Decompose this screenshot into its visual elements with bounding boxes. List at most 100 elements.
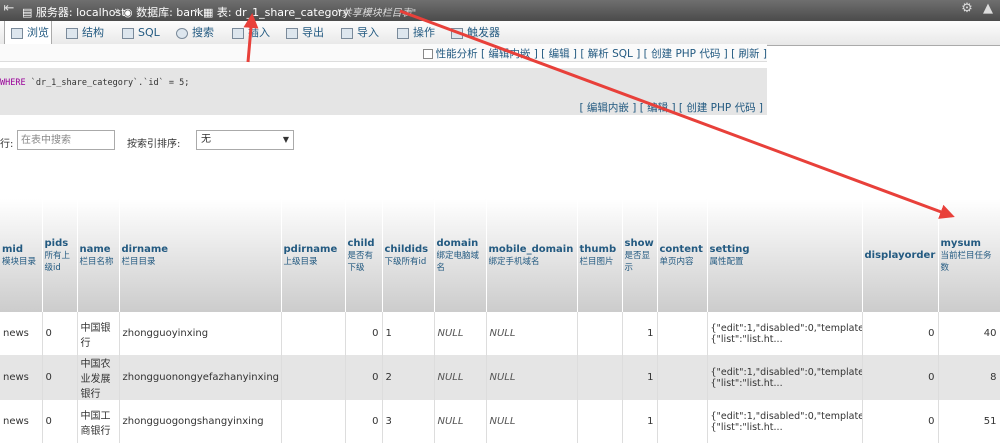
table-icon: ▦	[203, 6, 217, 19]
cell-name[interactable]: 中国银行	[77, 312, 120, 355]
sql-icon	[122, 27, 134, 39]
tab-structure[interactable]: 结构	[66, 21, 104, 45]
cell-content[interactable]	[657, 400, 708, 443]
tab-sql[interactable]: SQL	[122, 21, 160, 45]
cell-mysum[interactable]: 8	[938, 355, 1000, 400]
cell-childids[interactable]: 2	[382, 355, 435, 400]
table-row[interactable]: news 0 中国工商银行 zhongguogongshangyinxing 0…	[0, 400, 1000, 443]
cell-show[interactable]: 1	[622, 355, 658, 400]
cell-domain[interactable]: NULL	[434, 355, 487, 400]
cell-setting[interactable]: {"edit":1,"disabled":0,"template":{"list…	[707, 400, 863, 443]
tab-import[interactable]: 导入	[341, 21, 379, 45]
cell-childids[interactable]: 3	[382, 400, 435, 443]
column-header-thumb[interactable]: thumb 栏目图片	[577, 199, 623, 312]
cell-child[interactable]: 0	[345, 312, 383, 355]
cell-pids[interactable]: 0	[42, 355, 78, 400]
column-header-displayorder[interactable]: displayorder	[862, 199, 939, 312]
sort-by-index-label: 按索引排序:	[127, 139, 181, 150]
cell-mobile-domain[interactable]: NULL	[486, 312, 578, 355]
cell-displayorder[interactable]: 0	[862, 400, 939, 443]
column-header-mid[interactable]: mid 模块目录	[0, 199, 43, 312]
tab-operations[interactable]: 操作	[397, 21, 435, 45]
cell-setting[interactable]: {"edit":1,"disabled":0,"template":{"list…	[707, 312, 863, 355]
column-header-pids[interactable]: pids 所有上级id	[42, 199, 78, 312]
breadcrumb-database[interactable]: ◉ 数据库: bank	[123, 4, 203, 20]
cell-childids[interactable]: 1	[382, 312, 435, 355]
column-header-name[interactable]: name 栏目名称	[77, 199, 120, 312]
sort-index-select[interactable]: 无 ▼	[196, 130, 294, 150]
table-row[interactable]: news 0 中国农业发展银行 zhongguonongyefazhanyinx…	[0, 355, 1000, 400]
collapse-up-icon[interactable]: ▲	[981, 2, 995, 16]
cell-show[interactable]: 1	[622, 400, 658, 443]
column-header-show[interactable]: show 是否显示	[622, 199, 658, 312]
column-header-domain[interactable]: domain 绑定电脑域名	[434, 199, 487, 312]
profiling-checkbox[interactable]	[422, 49, 433, 59]
table-search-input[interactable]: 在表中搜索	[17, 130, 115, 150]
cell-child[interactable]: 0	[345, 355, 383, 400]
triggers-icon	[451, 27, 463, 39]
cell-pdirname[interactable]	[281, 355, 346, 400]
cell-pdirname[interactable]	[281, 400, 346, 443]
column-header-setting[interactable]: setting 属性配置	[707, 199, 863, 312]
cell-mid[interactable]: news	[0, 312, 43, 355]
cell-setting[interactable]: {"edit":1,"disabled":0,"template":{"list…	[707, 355, 863, 400]
cell-dirname[interactable]: zhongguoyinxing	[119, 312, 282, 355]
table-row[interactable]: news 0 中国银行 zhongguoyinxing 0 1 NULL NUL…	[0, 312, 1000, 355]
query-bottom-bar: [ 编辑内嵌 ] [ 编辑 ] [ 创建 PHP 代码 ]	[0, 97, 767, 115]
cell-mid[interactable]: news	[0, 400, 43, 443]
cell-thumb[interactable]	[577, 312, 623, 355]
column-header-childids[interactable]: childids 下级所有id	[382, 199, 435, 312]
cell-pdirname[interactable]	[281, 312, 346, 355]
tab-insert[interactable]: 插入	[232, 21, 270, 45]
cell-content[interactable]	[657, 312, 708, 355]
column-header-mobile-domain[interactable]: mobile_domain 绑定手机域名	[486, 199, 578, 312]
sql-query-box: WHERE `dr_1_share_category`.`id` = 5;	[0, 68, 767, 97]
table-tabs: 浏览 结构 SQL 搜索 插入 导出 导入 操作 触发器	[0, 21, 1000, 46]
cell-thumb[interactable]	[577, 355, 623, 400]
breadcrumb-separator: »	[194, 4, 201, 17]
cell-child[interactable]: 0	[345, 400, 383, 443]
breadcrumb-separator: »	[114, 4, 121, 17]
cell-pids[interactable]: 0	[42, 312, 78, 355]
top-breadcrumb-bar: ⇤ ▤ 服务器: localhost » ◉ 数据库: bank » ▦ 表: …	[0, 0, 1000, 21]
cell-content[interactable]	[657, 355, 708, 400]
tab-export[interactable]: 导出	[286, 21, 324, 45]
cell-thumb[interactable]	[577, 400, 623, 443]
query-action-links[interactable]: 性能分析 [ 编辑内嵌 ] [ 编辑 ] [ 解析 SQL ] [ 创建 PHP…	[422, 46, 767, 61]
column-header-mysum[interactable]: mysum 当前栏目任务数	[938, 199, 1000, 312]
cell-displayorder[interactable]: 0	[862, 312, 939, 355]
tab-triggers[interactable]: 触发器	[451, 21, 500, 45]
cell-dirname[interactable]: zhongguonongyefazhanyinxing	[119, 355, 282, 400]
export-icon	[286, 27, 298, 39]
query-bottom-links[interactable]: [ 编辑内嵌 ] [ 编辑 ] [ 创建 PHP 代码 ]	[579, 100, 763, 115]
column-header-pdirname[interactable]: pdirname 上级目录	[281, 199, 346, 312]
query-options-bar: 性能分析 [ 编辑内嵌 ] [ 编辑 ] [ 解析 SQL ] [ 创建 PHP…	[0, 44, 767, 62]
column-header-content[interactable]: content 单页内容	[657, 199, 708, 312]
server-icon: ▤	[22, 6, 36, 19]
cell-pids[interactable]: 0	[42, 400, 78, 443]
cell-mysum[interactable]: 40	[938, 312, 1000, 355]
column-header-dirname[interactable]: dirname 栏目目录	[119, 199, 282, 312]
column-header-child[interactable]: child 是否有下级	[345, 199, 383, 312]
cell-mobile-domain[interactable]: NULL	[486, 355, 578, 400]
settings-gear-icon[interactable]: ⚙	[960, 2, 974, 16]
cell-displayorder[interactable]: 0	[862, 355, 939, 400]
cell-mysum[interactable]: 51	[938, 400, 1000, 443]
cell-mid[interactable]: news	[0, 355, 43, 400]
breadcrumb-server[interactable]: ▤ 服务器: localhost	[22, 4, 125, 20]
breadcrumb-table[interactable]: ▦ 表: dr_1_share_category	[203, 4, 349, 20]
tab-search[interactable]: 搜索	[176, 21, 214, 45]
import-icon	[341, 27, 353, 39]
table-comment: "共享模块栏目表"	[337, 8, 417, 19]
cell-name[interactable]: 中国农业发展银行	[77, 355, 120, 400]
sql-query-text: WHERE `dr_1_share_category`.`id` = 5;	[0, 78, 190, 88]
cell-domain[interactable]: NULL	[434, 312, 487, 355]
cell-domain[interactable]: NULL	[434, 400, 487, 443]
cell-name[interactable]: 中国工商银行	[77, 400, 120, 443]
operations-icon	[397, 27, 409, 39]
collapse-arrow-icon[interactable]: ⇤	[2, 2, 16, 16]
cell-show[interactable]: 1	[622, 312, 658, 355]
cell-dirname[interactable]: zhongguogongshangyinxing	[119, 400, 282, 443]
tab-browse[interactable]: 浏览	[4, 21, 52, 46]
cell-mobile-domain[interactable]: NULL	[486, 400, 578, 443]
